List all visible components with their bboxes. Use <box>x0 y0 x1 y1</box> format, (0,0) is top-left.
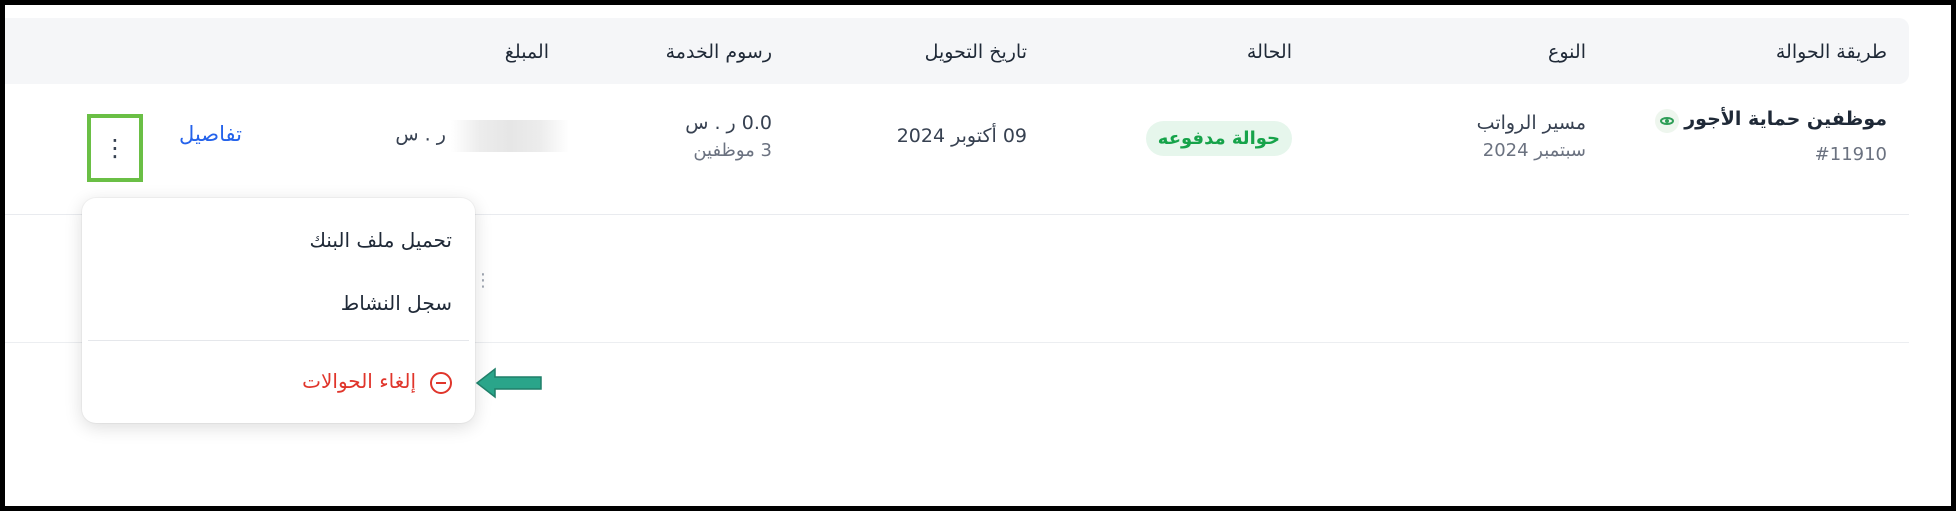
details-link[interactable]: تفاصيل <box>179 122 242 146</box>
amount-cell: ر . س <box>395 120 569 152</box>
header-fees: رسوم الخدمة <box>665 41 772 63</box>
details-label: تفاصيل <box>179 122 242 146</box>
table-row: موظفين حماية الأجور #11910 مسير الرواتب … <box>5 84 1909 215</box>
fee-value: 0.0 ر . س <box>685 112 772 134</box>
transfer-id: #11910 <box>1814 144 1887 165</box>
header-type: النوع <box>1548 41 1586 63</box>
minus-circle-icon <box>430 371 452 394</box>
table-header: طريقة الحوالة النوع الحالة تاريخ التحويل… <box>5 18 1909 84</box>
menu-item-cancel-transfers[interactable]: إلغاء الحوالات <box>302 369 452 394</box>
method-cell: موظفين حماية الأجور <box>1641 108 1887 133</box>
menu-item-download-bank-file[interactable]: تحميل ملف البنك <box>309 228 452 252</box>
header-status: الحالة <box>1246 41 1292 63</box>
cancel-label: إلغاء الحوالات <box>302 369 416 393</box>
pointer-arrow-icon <box>475 367 542 399</box>
transfer-date: 09 أكتوبر 2024 <box>896 125 1027 147</box>
transfers-table: طريقة الحوالة النوع الحالة تاريخ التحويل… <box>5 18 1909 215</box>
eye-icon[interactable] <box>1655 108 1680 133</box>
header-date: تاريخ التحويل <box>924 41 1027 63</box>
menu-item-activity-log[interactable]: سجل النشاط <box>341 291 452 315</box>
type-main: مسير الرواتب <box>1476 112 1586 134</box>
amount-currency: ر . س <box>395 123 446 146</box>
status-cell: حوالة مدفوعه <box>1145 121 1292 156</box>
amount-redacted <box>451 120 569 152</box>
menu-divider <box>88 340 469 341</box>
fee-employees: 3 موظفين <box>693 140 772 161</box>
header-amount: المبلغ <box>504 41 549 63</box>
more-vertical-icon: ⋮ <box>103 134 127 162</box>
hidden-menu-dots-icon: ⋮ <box>474 270 492 291</box>
transfer-title: موظفين حماية الأجور <box>1684 108 1887 130</box>
status-badge: حوالة مدفوعه <box>1145 121 1292 156</box>
row-actions-menu: تحميل ملف البنك سجل النشاط إلغاء الحوالا… <box>82 198 475 423</box>
app-frame: طريقة الحوالة النوع الحالة تاريخ التحويل… <box>5 5 1951 506</box>
row-actions-button[interactable]: ⋮ <box>87 114 143 182</box>
type-sub: سبتمبر 2024 <box>1482 140 1586 161</box>
header-method: طريقة الحوالة <box>1775 41 1887 63</box>
